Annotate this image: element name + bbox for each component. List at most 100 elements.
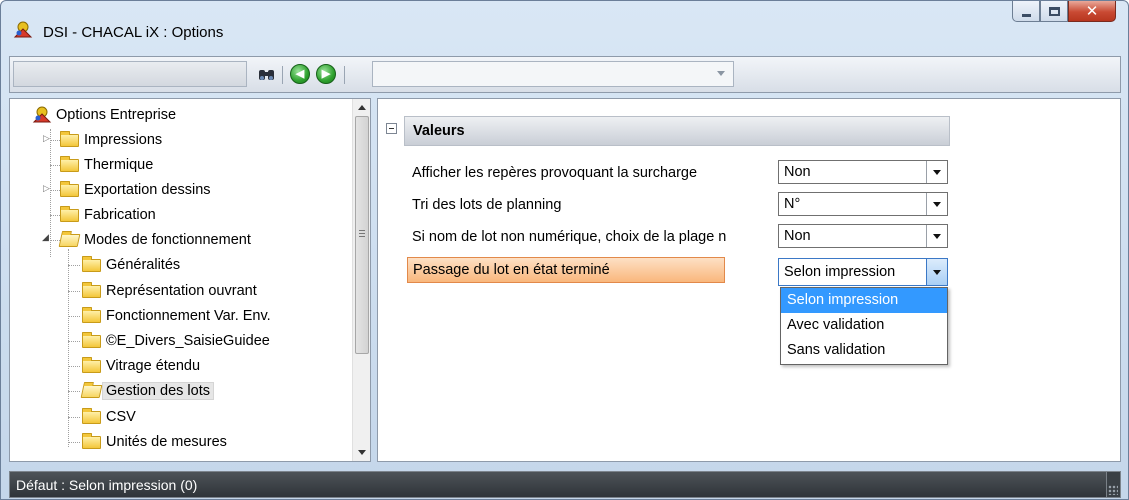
tree-item-impressions[interactable]: Impressions	[60, 129, 162, 151]
folder-icon	[82, 331, 101, 348]
tree-item-modes-de-fonctionnement[interactable]: Modes de fonctionnement	[58, 229, 251, 251]
folder-icon	[60, 155, 79, 172]
tree-item-label: Vitrage étendu	[106, 358, 201, 374]
expand-arrow-icon[interactable]: ▷	[43, 133, 50, 144]
resize-grip[interactable]	[1106, 472, 1120, 497]
tree-scrollbar[interactable]	[352, 99, 370, 461]
close-button[interactable]: ✕	[1068, 1, 1116, 22]
tree-item-label: CSV	[106, 409, 136, 425]
folder-icon	[82, 432, 101, 449]
property-label-highlighted: Passage du lot en état terminé	[407, 257, 725, 283]
chevron-down-icon	[933, 169, 941, 175]
combo-value: Non	[784, 228, 811, 244]
search-input[interactable]	[13, 61, 247, 87]
folder-icon	[82, 281, 101, 298]
arrow-down-icon	[357, 450, 366, 455]
tree-item-generalites[interactable]: Généralités	[82, 254, 180, 276]
tree-item-label: Exportation dessins	[84, 182, 211, 198]
maximize-button[interactable]	[1040, 1, 1068, 22]
tree-item-fonctionnement-var-env[interactable]: Fonctionnement Var. Env.	[82, 305, 271, 327]
property-label: Afficher les repères provoquant la surch…	[412, 165, 698, 181]
close-icon: ✕	[1085, 2, 1099, 20]
collapse-arrow-icon[interactable]: ◢	[42, 232, 49, 243]
binoculars-icon[interactable]	[257, 65, 277, 85]
dropdown-option[interactable]: Selon impression	[781, 288, 947, 313]
title-bar[interactable]: DSI - CHACAL iX : Options ✕	[1, 1, 1128, 53]
dropdown-option[interactable]: Avec validation	[781, 313, 947, 338]
combo-dropdown-button[interactable]	[926, 259, 947, 285]
tree-line	[68, 417, 80, 418]
tree-item-thermique[interactable]: Thermique	[60, 154, 153, 176]
tree-line	[50, 240, 60, 241]
tree-item-label: Modes de fonctionnement	[84, 232, 251, 248]
tree-item-gestion-des-lots[interactable]: Gestion des lots	[80, 380, 214, 402]
property-combo-tri-lots[interactable]: N°	[778, 192, 948, 216]
property-combo-passage-lot[interactable]: Selon impression	[778, 258, 948, 286]
tree-line	[50, 129, 51, 257]
tree-line	[50, 165, 60, 166]
dropdown-option[interactable]: Sans validation	[781, 338, 947, 363]
tree-line	[68, 442, 80, 443]
grip-icon	[1108, 485, 1118, 495]
maximize-icon	[1048, 6, 1060, 16]
tree-item-representation-ouvrant[interactable]: Représentation ouvrant	[82, 280, 257, 302]
expand-arrow-icon[interactable]: ▷	[43, 183, 50, 194]
window-title: DSI - CHACAL iX : Options	[43, 24, 224, 41]
tree-line	[68, 265, 80, 266]
tree-item-csv[interactable]: CSV	[82, 406, 136, 428]
scroll-up-button[interactable]	[353, 99, 370, 116]
scroll-down-button[interactable]	[353, 444, 370, 461]
combo-dropdown-button[interactable]	[926, 193, 947, 215]
options-tree: Options Entreprise ▷ Impressions Thermiq…	[9, 98, 371, 462]
tree-item-unites-de-mesures[interactable]: Unités de mesures	[82, 431, 227, 453]
tree-line	[50, 140, 60, 141]
folder-icon	[60, 205, 79, 222]
open-folder-icon	[58, 233, 81, 247]
combo-dropdown-button[interactable]	[926, 225, 947, 247]
toolbar: ◀ ▶	[9, 56, 1121, 93]
folder-icon	[82, 407, 101, 424]
section-header-valeurs: Valeurs	[404, 116, 950, 146]
forward-arrow-icon[interactable]: ▶	[316, 64, 336, 84]
folder-icon	[82, 255, 101, 272]
options-window: DSI - CHACAL iX : Options ✕ ◀ ▶ Options …	[0, 0, 1129, 500]
chevron-down-icon	[933, 201, 941, 207]
status-bar: Défaut : Selon impression (0)	[9, 471, 1121, 498]
property-label: Tri des lots de planning	[412, 197, 562, 213]
tree-line	[68, 341, 80, 342]
tree-item-vitrage-etendu[interactable]: Vitrage étendu	[82, 355, 200, 377]
app-logo-icon	[13, 21, 33, 38]
tree-item-label: ©E_Divers_SaisieGuidee	[106, 333, 270, 349]
tree-item-label: Options Entreprise	[56, 107, 177, 123]
open-folder-icon	[80, 384, 103, 398]
status-text: Défaut : Selon impression (0)	[16, 477, 198, 493]
property-label: Si nom de lot non numérique, choix de la…	[412, 229, 727, 245]
tree-item-label: Thermique	[84, 157, 154, 173]
tree-item-label: Fonctionnement Var. Env.	[106, 308, 271, 324]
minimize-button[interactable]	[1012, 1, 1040, 22]
folder-icon	[60, 130, 79, 147]
toolbar-separator	[344, 66, 345, 84]
dropdown-list: Selon impression Avec validation Sans va…	[780, 287, 948, 365]
back-arrow-icon[interactable]: ◀	[290, 64, 310, 84]
tree-item-label: Unités de mesures	[106, 434, 227, 450]
tree-item-exportation-dessins[interactable]: Exportation dessins	[60, 179, 211, 201]
collapse-section-button[interactable]	[386, 123, 397, 134]
chevron-down-icon	[717, 71, 725, 76]
tree-item-fabrication[interactable]: Fabrication	[60, 204, 156, 226]
property-combo-nom-lot[interactable]: Non	[778, 224, 948, 248]
tree-line	[68, 291, 80, 292]
tree-item-label: Fabrication	[84, 207, 156, 223]
folder-icon	[82, 306, 101, 323]
properties-panel: Valeurs Afficher les repères provoquant …	[377, 98, 1121, 462]
combo-dropdown-button[interactable]	[926, 161, 947, 183]
tree-line	[68, 316, 80, 317]
scroll-thumb[interactable]	[355, 116, 369, 354]
tree-item-divers-saisie-guidee[interactable]: ©E_Divers_SaisieGuidee	[82, 330, 270, 352]
grip-icon	[359, 230, 365, 237]
window-controls: ✕	[1012, 1, 1116, 23]
toolbar-combo[interactable]	[372, 61, 734, 87]
tree-root-options-entreprise[interactable]: Options Entreprise	[32, 104, 176, 126]
property-combo-afficher-reperes[interactable]: Non	[778, 160, 948, 184]
arrow-up-icon	[357, 105, 366, 110]
